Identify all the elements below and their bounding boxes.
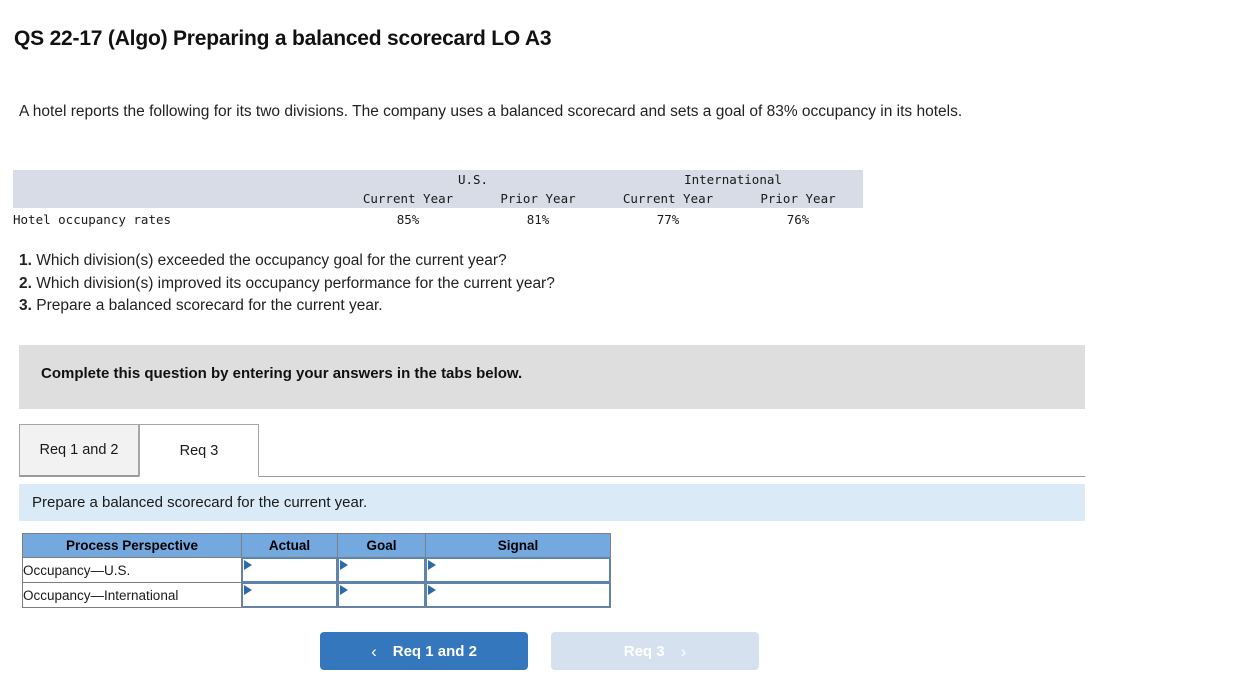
question-number-1: 1.: [19, 252, 32, 269]
tab-req-3[interactable]: Req 3: [139, 424, 259, 477]
page-title: QS 22-17 (Algo) Preparing a balanced sco…: [14, 27, 552, 50]
table-row: Occupancy—U.S.: [22, 557, 611, 583]
scorecard-cell-goal-international[interactable]: [337, 582, 426, 608]
scorecard-row-label-international: Occupancy—International: [22, 582, 242, 608]
scorecard-cell-signal-us[interactable]: [425, 557, 611, 583]
scorecard-cell-actual-us[interactable]: [241, 557, 338, 583]
scorecard-cell-actual-international[interactable]: [241, 582, 338, 608]
scorecard-header-signal: Signal: [425, 533, 611, 558]
chevron-left-icon: ‹: [371, 641, 377, 661]
question-text-3: Prepare a balanced scorecard for the cur…: [31, 297, 383, 314]
scorecard-header-row: Process Perspective Actual Goal Signal: [22, 533, 611, 558]
data-table-column-header-row: Current Year Prior Year Current Year Pri…: [13, 189, 863, 208]
balanced-scorecard-table: Process Perspective Actual Goal Signal O…: [22, 533, 611, 608]
scorecard-dropdown-signal-international[interactable]: [426, 583, 610, 607]
prev-req-button-label: Req 1 and 2: [392, 642, 477, 660]
table-row: Hotel occupancy rates 85% 81% 77% 76%: [13, 208, 863, 230]
question-item-1: 1. Which division(s) exceeded the occupa…: [19, 250, 555, 273]
next-req-button-label: Req 3: [623, 642, 665, 660]
question-number-3: 3.: [19, 297, 32, 314]
occupancy-data-table: U.S. International Current Year Prior Ye…: [13, 170, 863, 230]
chevron-right-icon: ›: [680, 641, 687, 661]
scorecard-header-goal: Goal: [337, 533, 426, 558]
data-table-cell-us-current: 85%: [343, 208, 473, 230]
scorecard-header-actual: Actual: [241, 533, 338, 558]
data-table-row-label: Hotel occupancy rates: [13, 208, 343, 230]
table-row: Occupancy—International: [22, 582, 611, 608]
next-req-button[interactable]: Req 3 ›: [551, 632, 759, 670]
prev-req-button[interactable]: ‹ Req 1 and 2: [320, 632, 528, 670]
scorecard-dropdown-actual-us[interactable]: [242, 558, 337, 582]
question-text-2: Which division(s) improved its occupancy…: [31, 274, 555, 292]
scorecard-dropdown-actual-international[interactable]: [242, 583, 337, 607]
question-item-2: 2. Which division(s) improved its occupa…: [19, 273, 555, 296]
tab-strip: Req 1 and 2 Req 3: [19, 424, 1085, 477]
data-table-cell-intl-prior: 76%: [733, 208, 863, 230]
scorecard-dropdown-signal-us[interactable]: [426, 558, 610, 582]
data-table-group-header-row: U.S. International: [13, 170, 863, 189]
question-list: 1. Which division(s) exceeded the occupa…: [19, 250, 555, 318]
question-number-2: 2.: [19, 274, 32, 292]
data-table-cell-us-prior: 81%: [473, 208, 603, 230]
data-table-group-blank: [13, 170, 343, 189]
scorecard-cell-goal-us[interactable]: [337, 557, 426, 583]
data-table-group-international: International: [603, 170, 863, 189]
instruction-bar: Prepare a balanced scorecard for the cur…: [19, 484, 1085, 521]
tab-req-1-and-2-label: Req 1 and 2: [39, 442, 119, 458]
data-table-col-intl-current-year: Current Year: [603, 189, 733, 208]
scorecard-dropdown-goal-us[interactable]: [338, 558, 425, 582]
intro-paragraph: A hotel reports the following for its tw…: [19, 103, 963, 120]
scorecard-header-process-perspective: Process Perspective: [22, 533, 242, 558]
instruction-bar-text: Prepare a balanced scorecard for the cur…: [32, 494, 368, 511]
scorecard-cell-signal-international[interactable]: [425, 582, 611, 608]
complete-question-banner-text: Complete this question by entering your …: [41, 365, 523, 382]
data-table-col-us-current-year: Current Year: [343, 189, 473, 208]
question-item-3: 3. Prepare a balanced scorecard for the …: [19, 295, 555, 318]
tab-req-3-label: Req 3: [179, 442, 219, 459]
data-table-col-us-prior-year: Prior Year: [473, 189, 603, 208]
data-table-col-blank: [13, 189, 343, 208]
data-table-col-intl-prior-year: Prior Year: [733, 189, 863, 208]
data-table-group-us: U.S.: [343, 170, 603, 189]
scorecard-dropdown-goal-international[interactable]: [338, 583, 425, 607]
question-text-1: Which division(s) exceeded the occupancy…: [31, 252, 507, 269]
tab-req-1-and-2[interactable]: Req 1 and 2: [19, 424, 139, 476]
scorecard-row-label-us: Occupancy—U.S.: [22, 557, 242, 583]
complete-question-banner: Complete this question by entering your …: [19, 345, 1085, 409]
data-table-cell-intl-current: 77%: [603, 208, 733, 230]
